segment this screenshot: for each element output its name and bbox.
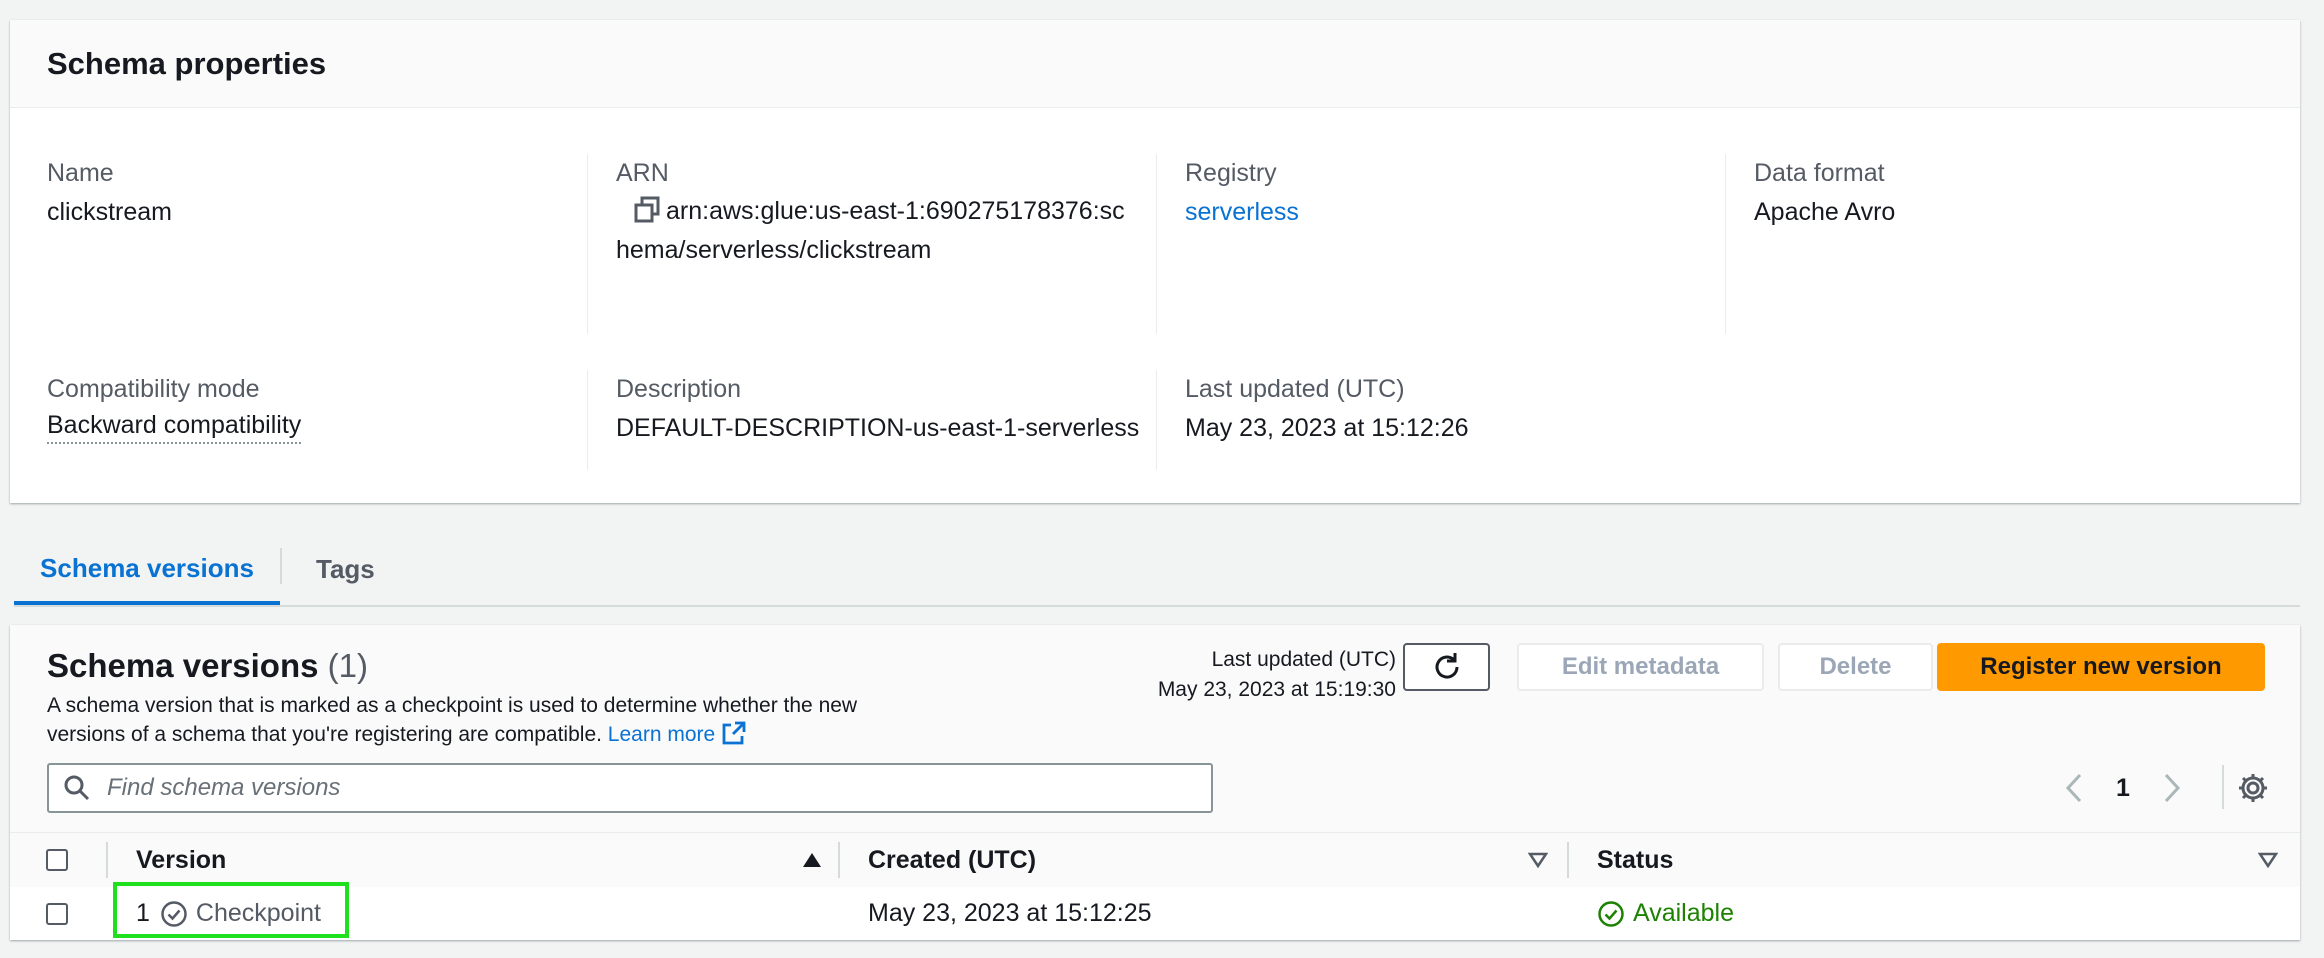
status-success-icon — [1598, 900, 1624, 927]
schema-versions-title: Schema versions — [47, 647, 319, 684]
column-divider — [1725, 154, 1726, 334]
registry-link[interactable]: serverless — [1185, 198, 1299, 226]
column-header-created-label: Created (UTC) — [868, 845, 1037, 874]
last-updated-value: May 23, 2023 at 15:12:26 — [1185, 414, 1469, 442]
column-divider — [587, 370, 588, 470]
tab-schema-versions[interactable]: Schema versions — [14, 535, 280, 605]
search-field[interactable] — [47, 763, 1213, 813]
schema-properties-header: Schema properties — [10, 20, 2300, 108]
register-new-version-button[interactable]: Register new version — [1937, 643, 2265, 691]
data-format-value: Apache Avro — [1754, 198, 1896, 226]
schema-versions-count: (1) — [327, 647, 368, 684]
column-header-created[interactable]: Created (UTC) — [868, 833, 1558, 887]
search-input[interactable] — [105, 773, 1189, 803]
last-updated-field: Last updated (UTC) May 23, 2023 at 15:12… — [1185, 374, 1705, 448]
column-separator — [1567, 842, 1569, 878]
schema-versions-description: A schema version that is marked as a che… — [47, 691, 897, 749]
tab-bar: Schema versions Tags — [14, 535, 2300, 607]
arn-field: ARN arn:aws:glue:us-east-1:690275178376:… — [616, 158, 1176, 270]
versions-last-updated-label: Last updated (UTC) — [1211, 648, 1396, 671]
select-all-cell — [46, 833, 68, 887]
last-updated-label: Last updated (UTC) — [1185, 375, 1405, 403]
column-divider — [1156, 370, 1157, 470]
pagination-separator — [2222, 765, 2224, 809]
edit-metadata-button[interactable]: Edit metadata — [1517, 643, 1764, 691]
column-separator — [106, 842, 108, 878]
column-header-status[interactable]: Status — [1597, 833, 2287, 887]
status-cell: Available — [1597, 887, 1734, 940]
versions-last-updated: Last updated (UTC) May 23, 2023 at 15:19… — [1158, 645, 1396, 705]
chevron-right-icon[interactable] — [2156, 771, 2186, 805]
column-separator — [838, 842, 840, 878]
data-format-field: Data format Apache Avro — [1754, 158, 2274, 232]
column-header-version[interactable]: Version — [136, 833, 836, 887]
schema-properties-panel: Schema properties Name clickstream ARN a… — [10, 20, 2300, 503]
delete-button[interactable]: Delete — [1778, 643, 1933, 691]
tab-separator — [280, 548, 282, 584]
pagination: 1 — [2060, 765, 2186, 811]
column-divider — [587, 154, 588, 334]
sort-ascending-icon[interactable] — [802, 852, 822, 868]
status-text: Available — [1633, 899, 1735, 927]
learn-more-link[interactable]: Learn more — [607, 720, 747, 746]
sort-icon[interactable] — [1528, 852, 1548, 868]
row-checkbox[interactable] — [46, 902, 68, 925]
refresh-icon — [1435, 653, 1459, 679]
schema-versions-panel: Schema versions (1) A schema version tha… — [10, 625, 2300, 940]
name-field: Name clickstream — [47, 158, 567, 232]
search-icon — [64, 775, 90, 801]
name-value: clickstream — [47, 198, 173, 226]
name-label: Name — [47, 159, 114, 187]
gear-icon[interactable] — [2236, 771, 2270, 805]
page-number[interactable]: 1 — [2116, 774, 2130, 803]
data-format-label: Data format — [1754, 159, 1885, 187]
created-cell: May 23, 2023 at 15:12:25 — [868, 887, 1152, 940]
arn-value: arn:aws:glue:us-east-1:690275178376:sche… — [616, 197, 1125, 264]
status-badge: Available — [1597, 899, 1734, 928]
table-row: 1 Checkpoint May 23, 2023 at 15:12:25 Av… — [10, 887, 2300, 940]
created-value: May 23, 2023 at 15:12:25 — [868, 899, 1152, 927]
external-link-icon — [721, 720, 747, 746]
column-header-version-label: Version — [136, 845, 227, 874]
table-header: Version Created (UTC) Status — [10, 832, 2300, 888]
description-value: DEFAULT-DESCRIPTION-us-east-1-serverless — [616, 414, 1140, 442]
refresh-button[interactable] — [1403, 643, 1490, 691]
chevron-left-icon[interactable] — [2060, 771, 2090, 805]
compatibility-mode-field: Compatibility mode Backward compatibilit… — [47, 374, 567, 444]
description-label: Description — [616, 375, 742, 403]
column-header-status-label: Status — [1597, 845, 1674, 874]
tab-tags[interactable]: Tags — [316, 535, 375, 603]
select-all-checkbox[interactable] — [46, 849, 68, 871]
row-select-cell — [46, 887, 68, 940]
registry-field: Registry serverless — [1185, 158, 1705, 232]
schema-properties-title: Schema properties — [47, 45, 327, 81]
learn-more-label: Learn more — [607, 723, 716, 746]
column-divider — [1156, 154, 1157, 334]
compatibility-mode-value[interactable]: Backward compatibility — [47, 408, 302, 444]
versions-last-updated-value: May 23, 2023 at 15:19:30 — [1157, 678, 1396, 701]
schema-versions-heading: Schema versions (1) — [47, 647, 368, 685]
copy-icon[interactable] — [632, 195, 666, 229]
registry-label: Registry — [1185, 159, 1277, 187]
arn-label: ARN — [616, 159, 669, 187]
description-field: Description DEFAULT-DESCRIPTION-us-east-… — [616, 374, 1156, 448]
compatibility-mode-label: Compatibility mode — [47, 375, 260, 403]
sort-icon[interactable] — [2258, 852, 2278, 868]
highlight-box — [113, 882, 349, 938]
